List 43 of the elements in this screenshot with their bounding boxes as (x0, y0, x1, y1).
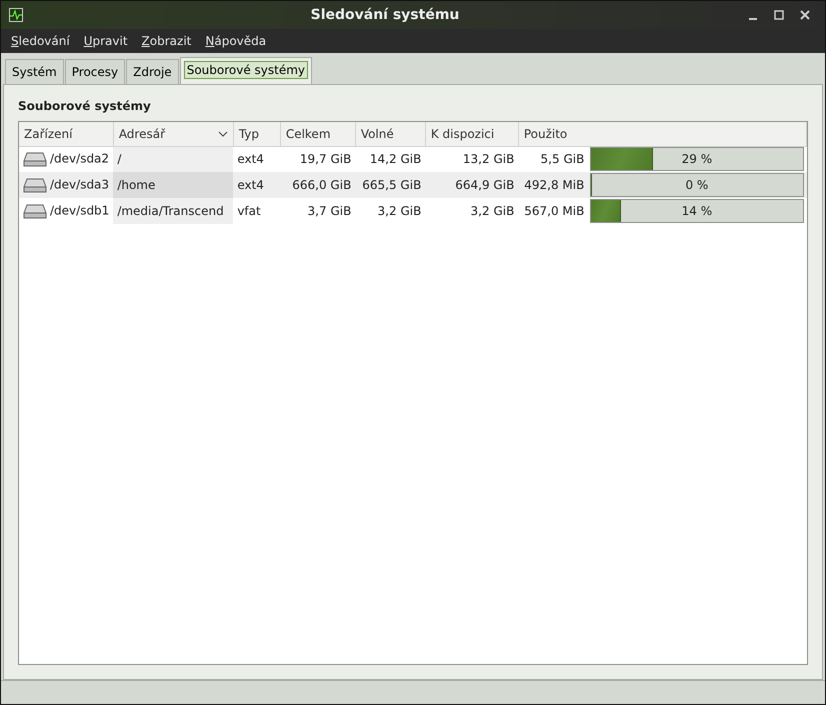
tab[interactable]: Souborové systémy (180, 57, 312, 84)
menu-item[interactable]: Zobrazit (142, 34, 192, 48)
table-cell: 14,2 GiB (355, 146, 426, 172)
section-title: Souborové systémy (18, 99, 152, 113)
table-cell: ext4 (233, 172, 280, 198)
drive-icon (23, 151, 47, 168)
drive-icon (23, 203, 47, 219)
table-cell: ext4 (233, 146, 280, 172)
table-cell: /dev/sda2 (19, 146, 114, 172)
table-cell: / (113, 146, 234, 172)
table-cell: 5,5 GiB (518, 146, 588, 172)
menu-item[interactable]: Upravit (84, 34, 128, 48)
column-header[interactable]: Celkem (280, 122, 356, 146)
window-title: Sledování systému (310, 7, 460, 23)
column-header[interactable]: Adresář (113, 122, 234, 146)
column-header[interactable]: Volné (355, 122, 426, 146)
table-cell: 664,9 GiB (425, 172, 518, 198)
column-header[interactable]: Typ (233, 122, 280, 146)
usage-percent: 29 % (680, 151, 714, 168)
tab[interactable]: Systém (5, 59, 64, 84)
table-cell: 666,0 GiB (280, 172, 356, 198)
table-cell: 19,7 GiB (280, 146, 356, 172)
table-cell: /home (113, 172, 234, 198)
table-cell: 492,8 MiB (518, 172, 588, 198)
tab[interactable]: Zdroje (126, 59, 179, 84)
table-cell: /dev/sda3 (19, 172, 114, 198)
column-header[interactable]: Zařízení (19, 122, 114, 146)
table-cell: 665,5 GiB (355, 172, 426, 198)
close-icon[interactable] (799, 9, 811, 21)
menu-item[interactable]: Nápověda (205, 34, 266, 48)
drive-icon (23, 177, 47, 193)
table-cell: /dev/sdb1 (19, 198, 114, 224)
tab[interactable]: Procesy (64, 59, 126, 84)
maximize-icon[interactable] (773, 9, 785, 21)
table-cell: 13,2 GiB (425, 146, 518, 172)
monitor-icon (9, 8, 23, 22)
table-cell: /media/Transcend (113, 198, 234, 224)
usage-percent: 14 % (680, 203, 714, 220)
chevron-down-icon (218, 130, 228, 137)
column-header[interactable]: Použito (518, 122, 806, 146)
column-header[interactable]: K dispozici (425, 122, 518, 146)
usage-percent: 0 % (684, 177, 710, 194)
menu-item[interactable]: Sledování (11, 34, 70, 48)
